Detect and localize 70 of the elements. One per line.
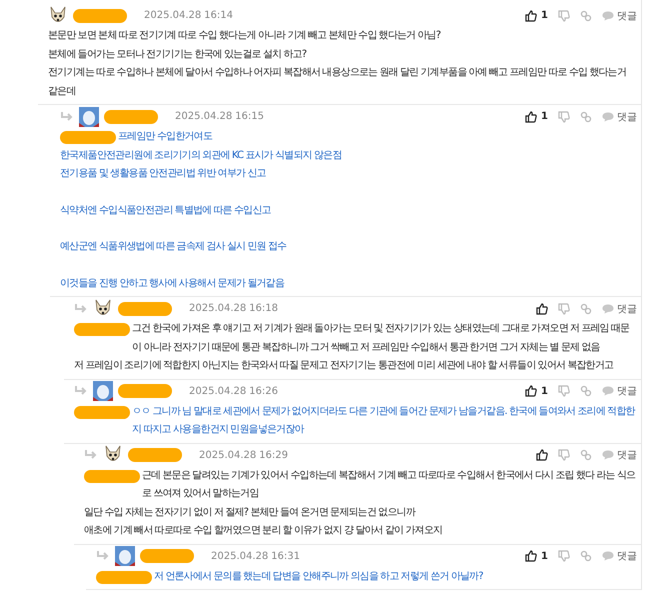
comment-date: 2025.04.28 16:15 — [175, 111, 264, 122]
like-count: 1 — [541, 10, 548, 21]
speech-bubble-icon — [602, 112, 614, 122]
thumbs-up-icon[interactable] — [525, 550, 538, 562]
comment-text: 전기기계는 따로 수입하나 본체에 달아서 수입하나 어자피 복잡해서 내용상으로는 원래 달린 기계부품을 아예 빼고 프레임만 따로 수입 했다는거 같은데 — [48, 66, 628, 98]
speech-bubble-icon — [602, 10, 614, 20]
comment-text: 저 프레임이 조리기에 적합한지 아닌지는 한국와서 따질 문제고 전자기기는 통관전에 미리 세관에 내야 할 서류들이 있어서 복잡한거고 — [74, 359, 614, 373]
reply-button[interactable]: 댓글 — [602, 448, 637, 462]
comment-text: 그건 한국에 가져온 후 얘기고 저 기계가 원래 돌아가는 모터 및 전자기기가 있는 상태였는데 그대로 가져오면 저 프레임 때문이 아니라 전자기기 때문에 통관 복잡하니까 그거 싹빼고 저 프레임만 수입해서 통관 한거면 그거 자체는 별 문제 없음 — [132, 322, 630, 354]
thumbs-down-icon[interactable] — [558, 550, 570, 562]
comment-text: 애초에 기계 빼서 따로따로 수입 할꺼였으면 분리 할 이유가 없지 걍 달아서 같이 가져오지 — [84, 524, 444, 538]
thumbs-up-icon[interactable] — [536, 449, 548, 461]
reply-arrow-icon — [60, 112, 74, 122]
link-icon[interactable] — [580, 550, 592, 562]
reply-arrow-icon — [74, 386, 88, 396]
reply-button[interactable]: 댓글 — [602, 110, 637, 124]
comment-date: 2025.04.28 16:31 — [211, 550, 300, 562]
avatar-icon — [93, 381, 113, 401]
redaction-mark — [104, 110, 158, 124]
thumbs-up-icon[interactable] — [525, 110, 538, 122]
comment-text: 한국제품안전관리원에 조리기기의 외관에 KC 표시가 식별되지 않은점 — [60, 148, 342, 162]
reply-arrow-icon — [74, 304, 88, 314]
link-icon[interactable] — [580, 449, 592, 461]
comment-text: 프레임만 수입한거여도 — [118, 130, 214, 144]
comment-text: 이것들을 진행 안하고 행사에 사용해서 문제가 될거같음 — [60, 276, 286, 290]
speech-bubble-icon — [602, 450, 614, 460]
thumbs-down-icon[interactable] — [558, 385, 570, 397]
speech-bubble-icon — [602, 551, 614, 561]
redaction-mark — [128, 448, 182, 462]
reply-button[interactable]: 댓글 — [602, 8, 637, 22]
reply-button[interactable]: 댓글 — [602, 302, 637, 316]
thumbs-down-icon[interactable] — [558, 449, 570, 461]
redaction-mark — [118, 384, 172, 398]
comment-text: 식약처엔 수입식품안전관리 특별법에 따른 수입신고 — [60, 204, 272, 218]
link-icon[interactable] — [580, 110, 592, 122]
thumbs-down-icon[interactable] — [558, 10, 570, 22]
comment-text: 본문만 보면 본체 따로 전기기계 따로 수입 했다는게 아니라 기계 빼고 본체만 수입 했다는거 아님? — [48, 29, 442, 43]
speech-bubble-icon — [602, 304, 614, 314]
comment-text: 전기용품 및 생활용품 안전관리법 위반 여부가 신고 — [60, 167, 267, 181]
like-count: 1 — [541, 386, 548, 396]
avatar-icon — [115, 546, 135, 566]
comment-text: 저 언론사에서 문의를 했는데 답변을 안해주니까 의심을 하고 저렇게 쓴거 아닐까? — [154, 570, 484, 584]
comment-text: ㅇㅇ 그니까 님 말대로 세관에서 문제가 없어지더라도 다른 기관에 들어간 문제가 남을거같음. 한국에 들여와서 조리에 적합한지 따지고 사용을한건지 민원을넣은거잖아 — [132, 404, 636, 437]
redaction-mark — [73, 8, 127, 22]
comment-date: 2025.04.28 16:14 — [144, 10, 233, 21]
link-icon[interactable] — [580, 302, 592, 314]
comment-text: 일단 수입 자체는 전자기기 없이 저 절제? 본체만 들여 온거면 문제되는건 없으니까 — [84, 506, 416, 520]
link-icon[interactable] — [580, 385, 592, 397]
comment-date: 2025.04.28 16:18 — [189, 303, 278, 314]
reply-button[interactable]: 댓글 — [602, 384, 637, 398]
comment-date: 2025.04.28 16:26 — [189, 386, 278, 396]
reply-button[interactable]: 댓글 — [602, 549, 637, 563]
like-count: 1 — [541, 550, 548, 562]
thumbs-down-icon[interactable] — [558, 302, 570, 314]
comment-text: 본체에 들어가는 모터나 전기기기는 한국에 있는걸로 설치 하고? — [48, 48, 308, 62]
comment-text: 예산군엔 식품위생법에 따른 금속제 검사 실시 민원 접수 — [60, 240, 288, 254]
thumbs-up-icon[interactable] — [525, 10, 538, 22]
reply-arrow-icon — [96, 551, 110, 561]
link-icon[interactable] — [580, 10, 592, 22]
speech-bubble-icon — [602, 386, 614, 396]
comment-text: 근데 본문은 달려있는 기계가 있어서 수입하는데 복잡해서 기계 빼고 따로따로 수입해서 한국에서 다시 조립 했다 라는 식으로 쓰여져 있어서 말하는거임 — [142, 468, 636, 501]
thumbs-up-icon[interactable] — [525, 385, 538, 397]
redaction-mark — [118, 302, 172, 316]
reply-arrow-icon — [84, 450, 98, 460]
avatar-icon — [79, 106, 99, 126]
redaction-mark — [140, 549, 194, 563]
thumbs-up-icon[interactable] — [536, 302, 548, 314]
like-count: 1 — [541, 111, 548, 122]
thumbs-down-icon[interactable] — [558, 110, 570, 122]
comment-date: 2025.04.28 16:29 — [199, 450, 288, 460]
